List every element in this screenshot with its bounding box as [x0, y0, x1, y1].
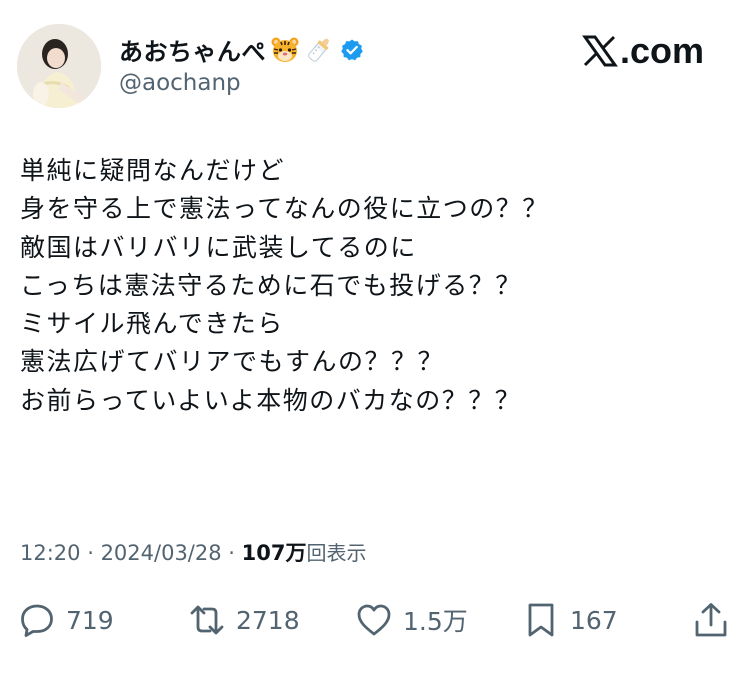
author-name-row[interactable]: あおちゃんぺ: [119, 32, 364, 67]
tweet-line: 身を守る上で憲法ってなんの役に立つの？？: [20, 194, 549, 224]
repost-count: 2718: [236, 605, 300, 635]
heart-icon: [357, 604, 391, 636]
view-count[interactable]: 107万: [242, 541, 307, 565]
like-count: 1.5万: [403, 607, 468, 636]
author-handle[interactable]: @aochanp: [119, 70, 241, 96]
bookmark-icon: [528, 603, 554, 637]
bookmark-button[interactable]: 167: [522, 598, 618, 642]
share-icon: [695, 603, 727, 637]
view-count-label: 回表示: [306, 541, 367, 565]
meta-separator: ·: [221, 541, 242, 565]
like-button[interactable]: 1.5万: [355, 598, 468, 642]
x-com-brand: .com: [582, 30, 704, 72]
tweet-text: 単純に疑問なんだけど 身を守る上で憲法ってなんの役に立つの？？ 敵国はバリバリに…: [20, 152, 549, 420]
repost-icon: [190, 605, 224, 635]
verified-badge-icon[interactable]: [340, 38, 364, 62]
reply-icon: [21, 604, 53, 637]
tweet-line: ミサイル飛んできたら: [20, 309, 284, 339]
baby-bottle-emoji-icon: [304, 35, 334, 65]
tweet-line: 憲法広げてバリアでもすんの？？？: [20, 347, 445, 377]
x-logo-icon: [582, 33, 618, 69]
reply-count: 719: [66, 605, 114, 635]
avatar[interactable]: [17, 24, 101, 108]
share-button[interactable]: [692, 598, 730, 642]
tweet-date[interactable]: 2024/03/28: [101, 541, 222, 565]
tweet-line: 敵国はバリバリに武装してるのに: [20, 232, 417, 262]
tweet-actions: 719 2718 1.5万 167: [0, 598, 750, 642]
meta-separator: ·: [80, 541, 101, 565]
repost-button[interactable]: 2718: [188, 598, 300, 642]
author-display-name[interactable]: あおちゃんぺ: [119, 32, 266, 67]
bookmark-count: 167: [570, 605, 618, 635]
tiger-face-emoji-icon: [270, 35, 300, 65]
brand-domain: .com: [619, 30, 704, 71]
tweet-line: 単純に疑問なんだけど: [20, 156, 286, 185]
tweet-time[interactable]: 12:20: [20, 541, 81, 565]
tweet-meta: 12:20 · 2024/03/28 · 107万回表示: [20, 537, 366, 567]
reply-button[interactable]: 719: [18, 598, 114, 642]
tweet-line: お前らっていよいよ本物のバカなの？？？: [20, 385, 522, 415]
tweet-line: こっちは憲法守るために石でも投げる？？: [20, 270, 522, 300]
